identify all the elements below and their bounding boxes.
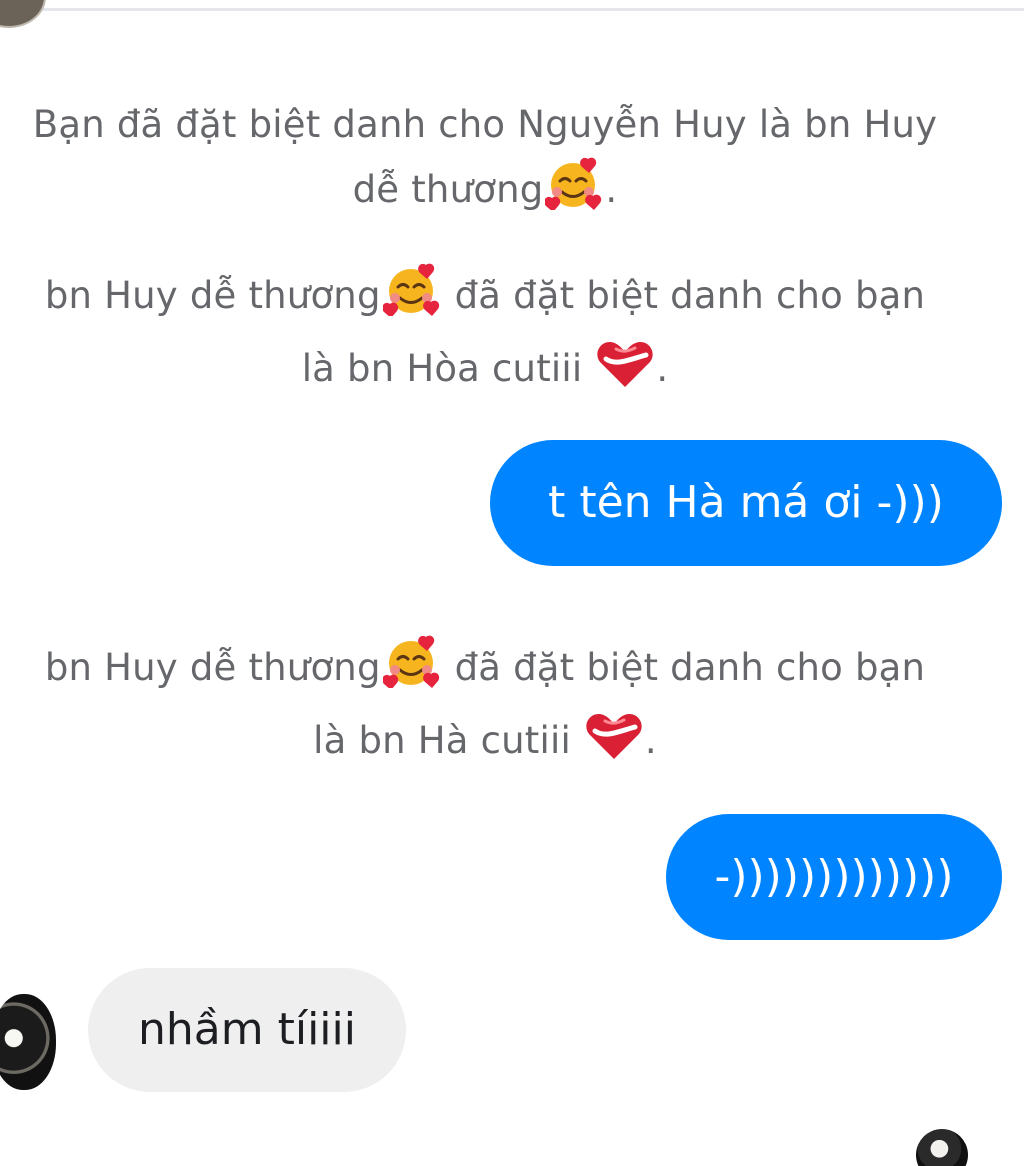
incoming-message-text: nhầm tíiiii	[138, 1004, 356, 1055]
system-message-text: bn Huy dễ thương	[44, 646, 381, 689]
system-message-text: bn Huy dễ thương	[44, 274, 381, 317]
outgoing-message-bubble[interactable]: t tên Hà má ơi -)))	[490, 440, 1002, 566]
system-message-text: đã đặt biệt danh cho bạn	[442, 646, 926, 689]
nickname-change-notice: bn Huy dễ thương đã đặt biệt danh cho bạ…	[0, 634, 970, 780]
system-message-text: .	[644, 719, 657, 762]
system-message-text: Bạn đã đặt biệt danh cho Nguyễn Huy là b…	[32, 103, 938, 146]
smiling-face-with-hearts-icon	[381, 262, 441, 335]
smiling-face-with-hearts-icon	[544, 156, 603, 229]
cropped-top-avatar	[0, 0, 46, 28]
nickname-change-notice: Bạn đã đặt biệt danh cho Nguyễn Huy là b…	[0, 94, 970, 229]
smiling-face-with-hearts-icon	[381, 634, 441, 707]
top-divider	[0, 8, 1024, 11]
system-message-text: .	[605, 168, 618, 211]
system-message-text: là bn Hòa cutiii	[301, 347, 595, 390]
chat-thread: Bạn đã đặt biệt danh cho Nguyễn Huy là b…	[0, 0, 1024, 1166]
outgoing-message-text: -)))))))))))))	[714, 851, 954, 902]
system-message-text: .	[656, 347, 669, 390]
nickname-change-notice: bn Huy dễ thương đã đặt biệt danh cho bạ…	[0, 262, 970, 408]
heart-icon	[596, 335, 654, 408]
outgoing-message-text: t tên Hà má ơi -)))	[548, 477, 944, 528]
system-message-text: là bn Hà cutiii	[313, 719, 583, 762]
system-message-text: đã đặt biệt danh cho bạn	[442, 274, 926, 317]
outgoing-message-bubble[interactable]: -)))))))))))))	[666, 814, 1002, 940]
read-receipt-avatar	[916, 1129, 968, 1166]
system-message-text: dễ thương	[352, 168, 544, 211]
heart-icon	[585, 707, 643, 780]
avatar[interactable]	[0, 994, 56, 1090]
incoming-message-bubble[interactable]: nhầm tíiiii	[88, 968, 406, 1092]
